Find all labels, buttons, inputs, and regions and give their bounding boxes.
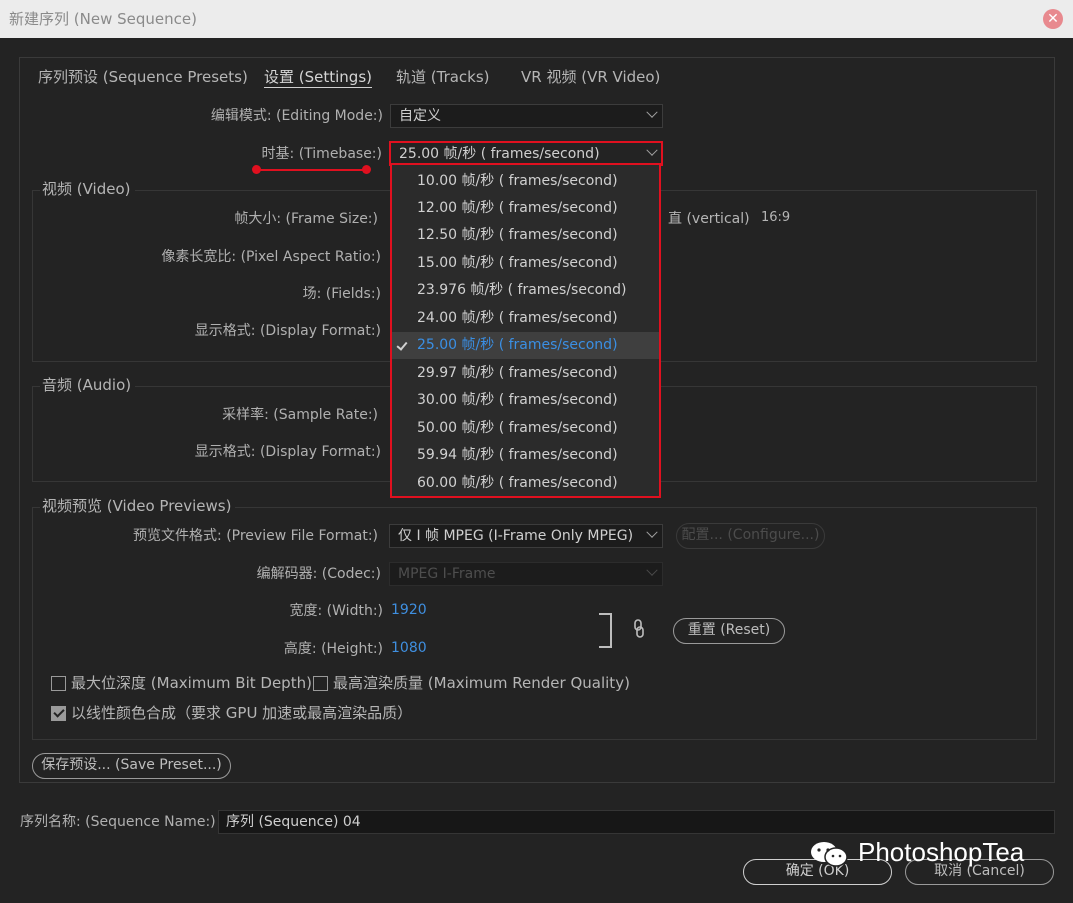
- codec-label: 编解码器: (Codec:): [256, 566, 381, 582]
- pixel-aspect-label: 像素长宽比: (Pixel Aspect Ratio:): [161, 249, 381, 265]
- video-section-title: 视频 (Video): [40, 178, 135, 200]
- frame-size-label: 帧大小: (Frame Size:): [234, 211, 378, 227]
- audio-section-title: 音频 (Audio): [40, 374, 136, 396]
- timebase-label: 时基: (Timebase:): [261, 146, 382, 162]
- sequence-name-input[interactable]: 序列 (Sequence) 04: [218, 810, 1055, 834]
- timebase-option[interactable]: 60.00 帧/秒 ( frames/second): [392, 470, 659, 497]
- timebase-option[interactable]: 24.00 帧/秒 ( frames/second): [392, 305, 659, 332]
- timebase-option[interactable]: 59.94 帧/秒 ( frames/second): [392, 442, 659, 469]
- width-value[interactable]: 1920: [391, 599, 427, 621]
- max-render-quality-label: 最高渲染质量 (Maximum Render Quality): [333, 674, 630, 692]
- tab-vr-video[interactable]: VR 视频 (VR Video): [521, 66, 660, 88]
- chevron-down-icon: [646, 526, 658, 538]
- close-icon: ✕: [1047, 11, 1059, 27]
- checkmark-icon: [396, 339, 408, 351]
- chain-link-icon[interactable]: [632, 618, 646, 640]
- codec-select[interactable]: MPEG I-Frame: [389, 562, 663, 586]
- video-previews-section-title: 视频预览 (Video Previews): [40, 495, 236, 517]
- link-bracket: [599, 613, 612, 648]
- timebase-option[interactable]: 15.00 帧/秒 ( frames/second): [392, 250, 659, 277]
- watermark-text: PhotoshopTea: [858, 837, 1025, 867]
- width-label: 宽度: (Width:): [289, 603, 383, 619]
- tab-sequence-presets[interactable]: 序列预设 (Sequence Presets): [38, 66, 248, 88]
- timebase-option[interactable]: 10.00 帧/秒 ( frames/second): [392, 168, 659, 195]
- tab-settings[interactable]: 设置 (Settings): [264, 66, 372, 88]
- linear-color-checkbox[interactable]: [51, 706, 66, 721]
- chevron-down-icon: [646, 106, 658, 118]
- timebase-option-selected[interactable]: 25.00 帧/秒 ( frames/second): [392, 332, 659, 359]
- timebase-dropdown-menu: 10.00 帧/秒 ( frames/second) 12.00 帧/秒 ( f…: [390, 163, 661, 498]
- fields-label: 场: (Fields:): [302, 286, 381, 302]
- preview-file-format-value: 仅 I 帧 MPEG (I-Frame Only MPEG): [398, 528, 634, 544]
- timebase-option[interactable]: 29.97 帧/秒 ( frames/second): [392, 360, 659, 387]
- editing-mode-label: 编辑模式: (Editing Mode:): [210, 108, 383, 124]
- tab-tracks[interactable]: 轨道 (Tracks): [396, 66, 490, 88]
- reset-button[interactable]: 重置 (Reset): [673, 618, 785, 644]
- sample-rate-label: 采样率: (Sample Rate:): [222, 407, 378, 423]
- save-preset-button[interactable]: 保存预设... (Save Preset...): [32, 753, 231, 779]
- timebase-option[interactable]: 50.00 帧/秒 ( frames/second): [392, 415, 659, 442]
- window-title-bar: 新建序列 (New Sequence): [0, 0, 1073, 38]
- height-label: 高度: (Height:): [283, 641, 383, 657]
- max-bit-depth-label: 最大位深度 (Maximum Bit Depth): [71, 674, 312, 692]
- chevron-down-icon: [646, 564, 658, 576]
- preview-file-format-select[interactable]: 仅 I 帧 MPEG (I-Frame Only MPEG): [389, 524, 663, 548]
- max-render-quality-checkbox[interactable]: [313, 676, 328, 691]
- max-bit-depth-checkbox[interactable]: [51, 676, 66, 691]
- window-title: 新建序列 (New Sequence): [9, 10, 197, 28]
- annotation-dot-left: [252, 165, 261, 174]
- close-button[interactable]: ✕: [1043, 9, 1063, 29]
- sequence-name-label: 序列名称: (Sequence Name:): [20, 814, 216, 830]
- configure-button[interactable]: 配置... (Configure...): [676, 523, 825, 549]
- editing-mode-value: 自定义: [399, 108, 441, 124]
- timebase-option-label: 25.00 帧/秒 ( frames/second): [417, 337, 618, 353]
- aspect-ratio-value: 16:9: [761, 210, 791, 225]
- linear-color-label: 以线性颜色合成（要求 GPU 加速或最高渲染品质）: [71, 704, 413, 722]
- editing-mode-select[interactable]: 自定义: [390, 104, 663, 128]
- wechat-logo-icon: [811, 842, 848, 867]
- audio-display-format-label: 显示格式: (Display Format:): [194, 444, 381, 460]
- annotation-dot-right: [362, 165, 371, 174]
- preview-file-format-label: 预览文件格式: (Preview File Format:): [133, 528, 378, 544]
- height-value[interactable]: 1080: [391, 637, 427, 659]
- timebase-option[interactable]: 30.00 帧/秒 ( frames/second): [392, 387, 659, 414]
- timebase-option[interactable]: 12.50 帧/秒 ( frames/second): [392, 222, 659, 249]
- timebase-option[interactable]: 23.976 帧/秒 ( frames/second): [392, 277, 659, 304]
- video-display-format-label: 显示格式: (Display Format:): [194, 323, 381, 339]
- timebase-annotation-line: [256, 169, 368, 171]
- vertical-label: 直 (vertical): [668, 211, 750, 227]
- timebase-option[interactable]: 12.00 帧/秒 ( frames/second): [392, 195, 659, 222]
- codec-value: MPEG I-Frame: [398, 566, 496, 582]
